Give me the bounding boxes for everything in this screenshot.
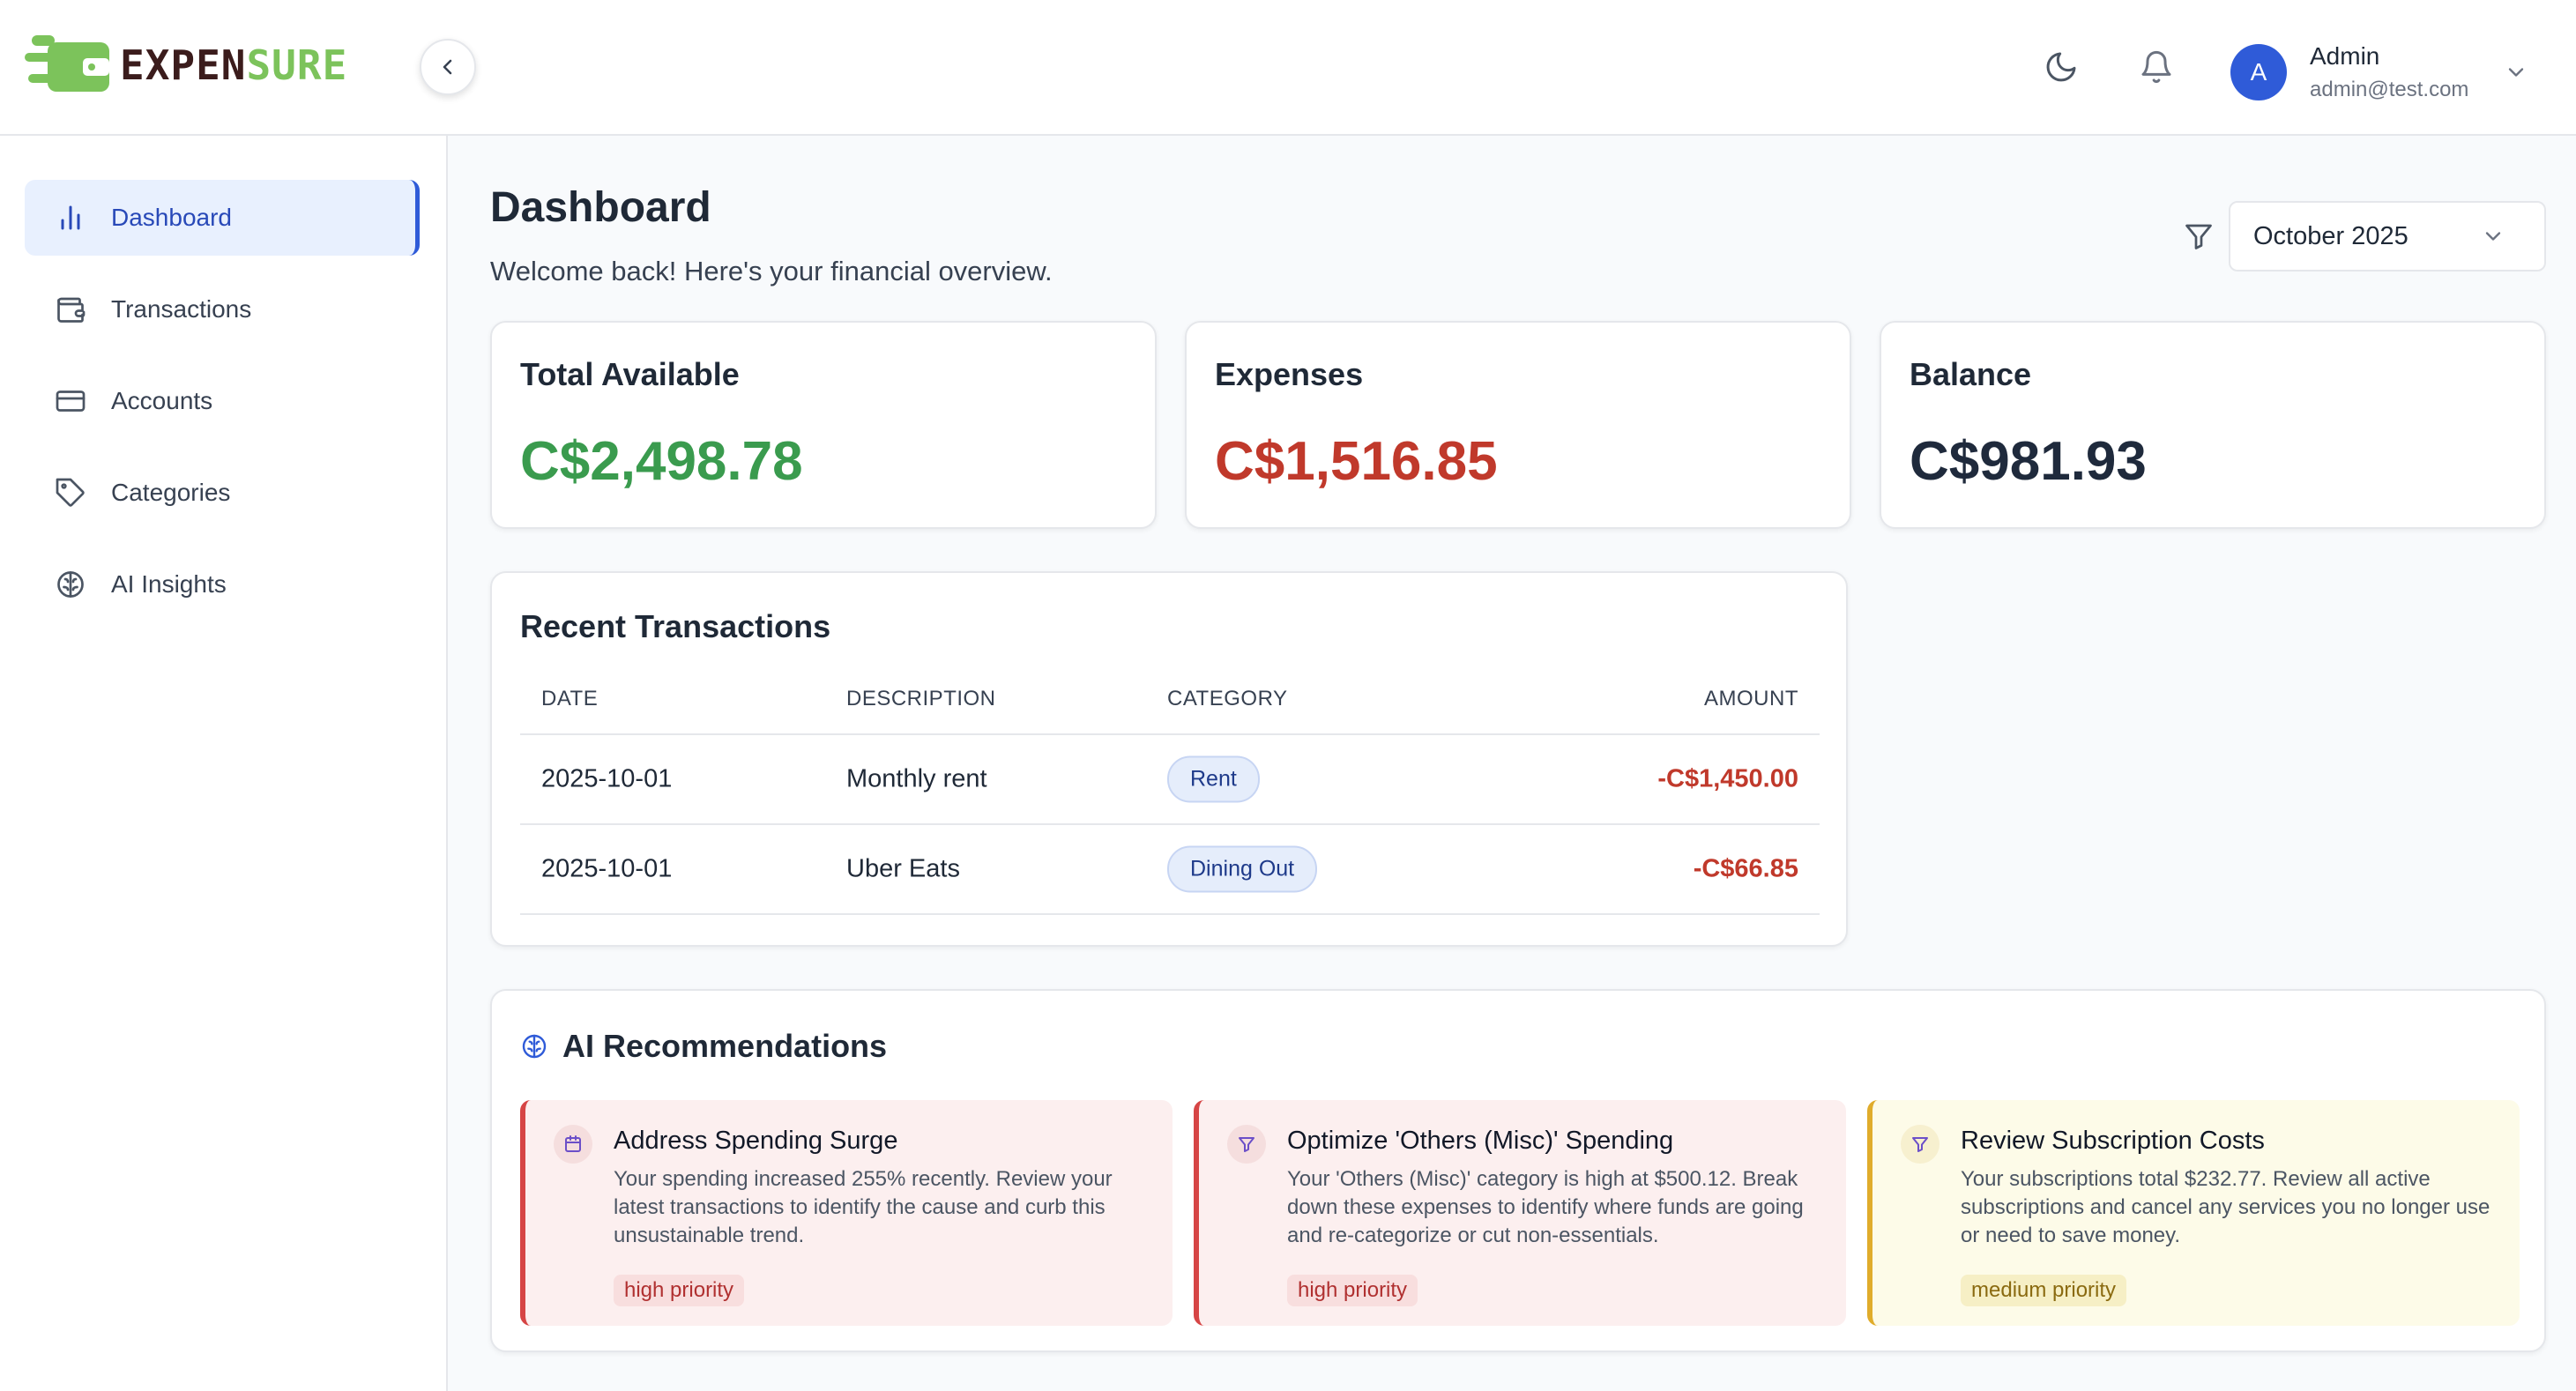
column-header-amount[interactable]: AMOUNT xyxy=(1704,687,1798,711)
recommendation-description: Your 'Others (Misc)' category is high at… xyxy=(1287,1167,1804,1247)
cell-description: Uber Eats xyxy=(846,854,960,883)
chevron-left-icon xyxy=(443,59,452,75)
stat-card-balance: Balance C$981.93 xyxy=(1880,321,2546,529)
sidebar-item-label: Categories xyxy=(111,479,231,506)
theme-toggle-button[interactable] xyxy=(2042,48,2081,86)
recommendation-title: Address Spending Surge xyxy=(614,1127,898,1155)
cell-date: 2025-10-01 xyxy=(541,854,673,883)
sidebar-item-categories[interactable]: Categories xyxy=(25,455,420,531)
user-menu-toggle[interactable] xyxy=(2502,58,2530,86)
recommendation-title: Optimize 'Others (Misc)' Spending xyxy=(1287,1127,1674,1155)
bell-icon xyxy=(2141,50,2171,84)
sidebar-item-label: AI Insights xyxy=(111,570,227,598)
wallet-icon xyxy=(53,292,88,327)
brain-icon xyxy=(53,567,88,602)
column-header-description[interactable]: DESCRIPTION xyxy=(846,687,996,711)
app-root: EXPENSURE A Admin admin@test.com Dashboa… xyxy=(0,0,2576,1391)
section-title: AI Recommendations xyxy=(562,1028,888,1064)
sidebar-item-accounts[interactable]: Accounts xyxy=(25,363,420,439)
stat-label: Balance xyxy=(1910,356,2032,392)
filter-icon xyxy=(2181,219,2216,254)
priority-badge: high priority xyxy=(614,1275,745,1306)
table-header: DATE DESCRIPTION CATEGORY AMOUNT xyxy=(520,665,1820,735)
stat-value: C$1,516.85 xyxy=(1215,431,1498,492)
sidebar-item-dashboard[interactable]: Dashboard xyxy=(25,180,420,256)
category-badge: Rent xyxy=(1167,755,1260,803)
sidebar-collapse-button[interactable] xyxy=(420,39,476,95)
cell-amount: -C$66.85 xyxy=(1693,854,1798,883)
sidebar-item-label: Transactions xyxy=(111,295,252,323)
column-header-date[interactable]: DATE xyxy=(541,687,598,711)
cell-description: Monthly rent xyxy=(846,764,987,793)
recommendation-card[interactable]: Address Spending Surge Your spending inc… xyxy=(520,1100,1173,1326)
ai-recommendations-header: AI Recommendations xyxy=(520,1028,887,1065)
transactions-table: DATE DESCRIPTION CATEGORY AMOUNT 2025-10… xyxy=(520,665,1820,915)
table-row[interactable]: 2025-10-01 Monthly rent Rent -C$1,450.00 xyxy=(520,735,1820,825)
sidebar-item-transactions[interactable]: Transactions xyxy=(25,272,420,347)
wallet-logo-icon xyxy=(25,35,109,92)
cell-date: 2025-10-01 xyxy=(541,764,673,793)
recommendation-title: Review Subscription Costs xyxy=(1961,1127,2265,1155)
recommendation-description: Your subscriptions total $232.77. Review… xyxy=(1961,1167,2490,1247)
calendar-icon xyxy=(554,1125,592,1164)
user-name[interactable]: Admin xyxy=(2310,42,2379,71)
brain-icon xyxy=(522,1034,547,1059)
user-email: admin@test.com xyxy=(2310,78,2469,101)
top-header: EXPENSURE A Admin admin@test.com xyxy=(0,0,2576,136)
page-title: Dashboard xyxy=(490,184,711,231)
recent-transactions-card: Recent Transactions DATE DESCRIPTION CAT… xyxy=(490,571,1848,947)
category-badge: Dining Out xyxy=(1167,845,1318,893)
stat-value: C$2,498.78 xyxy=(520,431,803,492)
funnel-icon xyxy=(1901,1125,1939,1164)
stat-card-total-available: Total Available C$2,498.78 xyxy=(490,321,1157,529)
funnel-icon xyxy=(1227,1125,1266,1164)
sidebar: Dashboard Transactions Accounts Categori… xyxy=(0,136,448,1391)
notifications-button[interactable] xyxy=(2137,48,2176,86)
priority-badge: high priority xyxy=(1287,1275,1418,1306)
stat-label: Total Available xyxy=(520,356,740,392)
moon-icon xyxy=(2046,52,2076,82)
stat-value: C$981.93 xyxy=(1910,431,2147,492)
chevron-down-icon xyxy=(2485,232,2501,241)
month-select-value: October 2025 xyxy=(2253,221,2408,250)
cell-category: Rent xyxy=(1167,755,1260,803)
brand-name: EXPENSURE xyxy=(120,41,348,89)
sidebar-item-ai-insights[interactable]: AI Insights xyxy=(25,547,420,622)
recommendation-card[interactable]: Review Subscription Costs Your subscript… xyxy=(1867,1100,2520,1326)
bar-chart-icon xyxy=(53,200,88,235)
column-header-category[interactable]: CATEGORY xyxy=(1167,687,1287,711)
chevron-down-icon xyxy=(2508,68,2524,77)
page-subtitle: Welcome back! Here's your financial over… xyxy=(490,256,1053,286)
month-select[interactable]: October 2025 xyxy=(2229,201,2546,272)
user-avatar[interactable]: A xyxy=(2230,44,2287,100)
table-row[interactable]: 2025-10-01 Uber Eats Dining Out -C$66.85 xyxy=(520,825,1820,915)
cell-category: Dining Out xyxy=(1167,845,1318,893)
ai-recommendations-card: AI Recommendations Address Spending Surg… xyxy=(490,989,2546,1352)
stat-label: Expenses xyxy=(1215,356,1364,392)
stat-card-expenses: Expenses C$1,516.85 xyxy=(1185,321,1851,529)
recommendation-card[interactable]: Optimize 'Others (Misc)' Spending Your '… xyxy=(1194,1100,1846,1326)
cell-amount: -C$1,450.00 xyxy=(1657,764,1798,793)
tag-icon xyxy=(53,475,88,510)
sidebar-item-label: Accounts xyxy=(111,387,213,414)
priority-badge: medium priority xyxy=(1961,1275,2127,1306)
credit-card-icon xyxy=(53,383,88,419)
brand-logo[interactable]: EXPENSURE xyxy=(25,32,360,99)
recommendation-description: Your spending increased 255% recently. R… xyxy=(614,1167,1113,1247)
section-title: Recent Transactions xyxy=(520,608,831,644)
sidebar-item-label: Dashboard xyxy=(111,204,232,231)
